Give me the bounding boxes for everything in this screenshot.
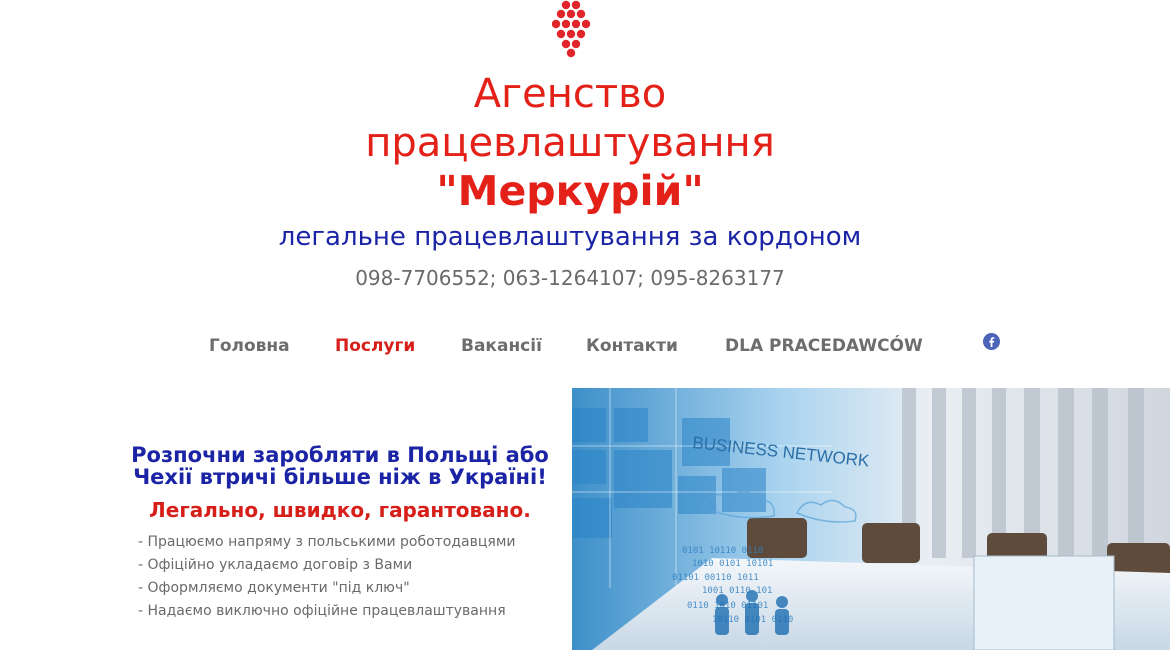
benefits-list: - Працюємо напряму з польськими роботода… [138,531,550,623]
facebook-icon[interactable] [983,333,1000,350]
svg-text:1001 0110 101: 1001 0110 101 [702,586,772,596]
svg-text:1010 0101 10101: 1010 0101 10101 [692,559,773,569]
logo-icon [552,0,591,58]
hero-tagline: Легально, швидко, гарантовано. [149,498,531,522]
nav-item-vacancies[interactable]: Вакансії [461,336,542,356]
site-subtitle: легальне працевлаштування за кордоном [278,222,862,252]
page: Агенство працевлаштування "Меркурій" лег… [0,0,1170,650]
site-title-line-1: Агенство [473,71,667,117]
svg-text:0101 10110 0110: 0101 10110 0110 [682,546,763,556]
nav-item-services[interactable]: Послуги [335,336,415,356]
list-item: - Працюємо напряму з польськими роботода… [138,534,516,550]
hero-headline: Розпочни заробляти в Польщі або Чехії вт… [131,443,549,489]
hero-text: Розпочни заробляти в Польщі або Чехії вт… [130,444,550,623]
list-item: - Оформляємо документи "під ключ" [138,580,410,596]
site-title-line-2: працевлаштування [365,120,775,166]
nav-item-for-employers[interactable]: DLA PRACEDAWCÓW [725,336,923,356]
svg-text:01101 00110 1011: 01101 00110 1011 [672,573,759,583]
nav-item-contacts[interactable]: Контакти [586,336,678,356]
site-title-brand: "Меркурій" [436,167,704,215]
phone-numbers: 098-7706552; 063-1264107; 095-8263177 [355,266,785,290]
nav-item-home[interactable]: Головна [209,336,290,356]
list-item: - Надаємо виключно офіційне працевлаштув… [138,603,506,619]
hero-image: BUSINESS NETWORK 0101 10110 0110 1010 01… [572,388,1170,650]
list-item: - Офіційно укладаємо договір з Вами [138,557,413,573]
